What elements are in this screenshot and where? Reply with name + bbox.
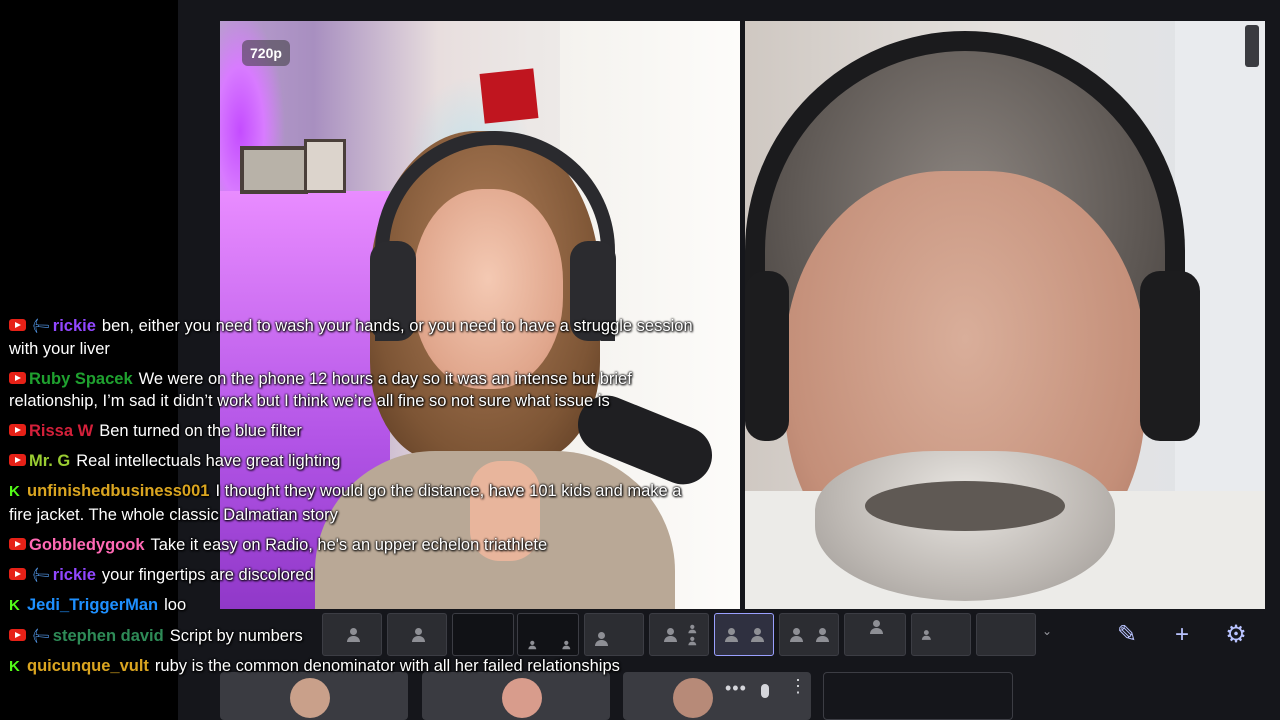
person-icon bbox=[921, 630, 931, 640]
person-icon bbox=[870, 620, 883, 634]
youtube-icon bbox=[9, 567, 26, 580]
chat-text: your fingertips are discolored bbox=[101, 565, 314, 584]
video-tile-right[interactable] bbox=[745, 21, 1265, 609]
chat-text: Ben turned on the blue filter bbox=[99, 422, 302, 440]
chat-message: Gobbledygook Take it easy on Radio, he's … bbox=[9, 534, 699, 557]
gear-icon[interactable]: ⚙ bbox=[1216, 616, 1256, 654]
chat-username: stephen david bbox=[52, 626, 164, 645]
wall-poster bbox=[479, 68, 539, 124]
kick-icon: K bbox=[9, 596, 20, 614]
chat-text: ruby is the common denominator with all … bbox=[154, 656, 620, 675]
layout-two-up-dim-button[interactable] bbox=[779, 613, 839, 656]
chat-message: Ruby Spacek We were on the phone 12 hours… bbox=[9, 368, 699, 413]
youtube-icon bbox=[9, 454, 26, 466]
youtube-icon bbox=[9, 319, 26, 331]
chat-message: Rissa W Ben turned on the blue filter bbox=[9, 420, 699, 443]
chat-text: ben, either you need to wash your hands,… bbox=[9, 317, 693, 358]
chat-text: Real intellectuals have great lighting bbox=[76, 452, 341, 470]
photo-frame bbox=[240, 146, 308, 194]
layout-banner-button[interactable] bbox=[844, 613, 906, 656]
chat-message: ⛏rickie your fingertips are discolored bbox=[9, 562, 699, 587]
youtube-icon bbox=[9, 371, 26, 384]
chevron-down-icon[interactable]: ⌄ bbox=[1042, 624, 1052, 638]
wrench-icon: ⛏ bbox=[27, 314, 52, 339]
person-icon bbox=[751, 628, 764, 642]
chat-text: loo bbox=[164, 595, 187, 614]
chat-username: rickie bbox=[52, 317, 96, 335]
person-icon bbox=[790, 628, 803, 642]
mic-icon[interactable] bbox=[761, 684, 769, 698]
chat-username: quicunque_vult bbox=[27, 656, 149, 675]
headphone-cup bbox=[1140, 271, 1200, 441]
chat-message: Kquicunque_vult ruby is the common denomi… bbox=[9, 655, 699, 679]
chat-message: ⛏rickie ben, either you need to wash your… bbox=[9, 314, 699, 360]
youtube-icon bbox=[9, 537, 26, 550]
chat-text: Script by numbers bbox=[169, 626, 303, 645]
chat-message: Mr. G Real intellectuals have great light… bbox=[9, 450, 699, 473]
wrench-icon: ⛏ bbox=[27, 562, 52, 587]
chat-message: ⛏stephen david Script by numbers bbox=[9, 623, 699, 648]
chat-username: rickie bbox=[52, 565, 96, 584]
layout-list-button[interactable] bbox=[911, 613, 971, 656]
youtube-icon bbox=[9, 424, 26, 436]
chat-username: Ruby Spacek bbox=[29, 369, 133, 388]
chat-message: Kunfinishedbusiness001 I thought they wou… bbox=[9, 480, 699, 526]
chat-username: Rissa W bbox=[29, 422, 94, 440]
more-icon[interactable]: ••• bbox=[725, 678, 747, 699]
photo-frame bbox=[304, 139, 346, 193]
person-icon bbox=[816, 628, 829, 642]
chat-overlay: ⛏rickie ben, either you need to wash your… bbox=[9, 314, 699, 686]
chat-username: Gobbledygook bbox=[29, 535, 145, 554]
quality-badge: 720p bbox=[242, 40, 290, 66]
layout-screen-button[interactable] bbox=[976, 613, 1036, 656]
kebab-menu-icon[interactable]: ⋮ bbox=[789, 676, 808, 697]
chat-message: K Jedi_TriggerMan loo bbox=[9, 594, 699, 618]
kick-icon: K bbox=[9, 657, 20, 675]
chat-username: unfinishedbusiness001 bbox=[27, 482, 210, 500]
add-source-tile[interactable] bbox=[823, 672, 1013, 720]
person-icon bbox=[725, 628, 738, 642]
tile-menu-button[interactable] bbox=[1245, 25, 1259, 67]
headphone-cup bbox=[745, 271, 789, 441]
wrench-icon: ⛏ bbox=[27, 623, 52, 648]
kick-icon: K bbox=[9, 483, 20, 500]
plus-icon[interactable]: + bbox=[1162, 616, 1202, 654]
chat-text: Take it easy on Radio, he's an upper ech… bbox=[150, 535, 548, 554]
pencil-icon[interactable]: ✎ bbox=[1107, 616, 1147, 654]
chat-username: Jedi_TriggerMan bbox=[27, 595, 159, 614]
layout-two-up-button[interactable] bbox=[714, 613, 774, 656]
headphones bbox=[745, 31, 1185, 331]
youtube-icon bbox=[9, 628, 26, 641]
chat-username: Mr. G bbox=[29, 452, 71, 470]
participant-mustache bbox=[865, 481, 1065, 531]
